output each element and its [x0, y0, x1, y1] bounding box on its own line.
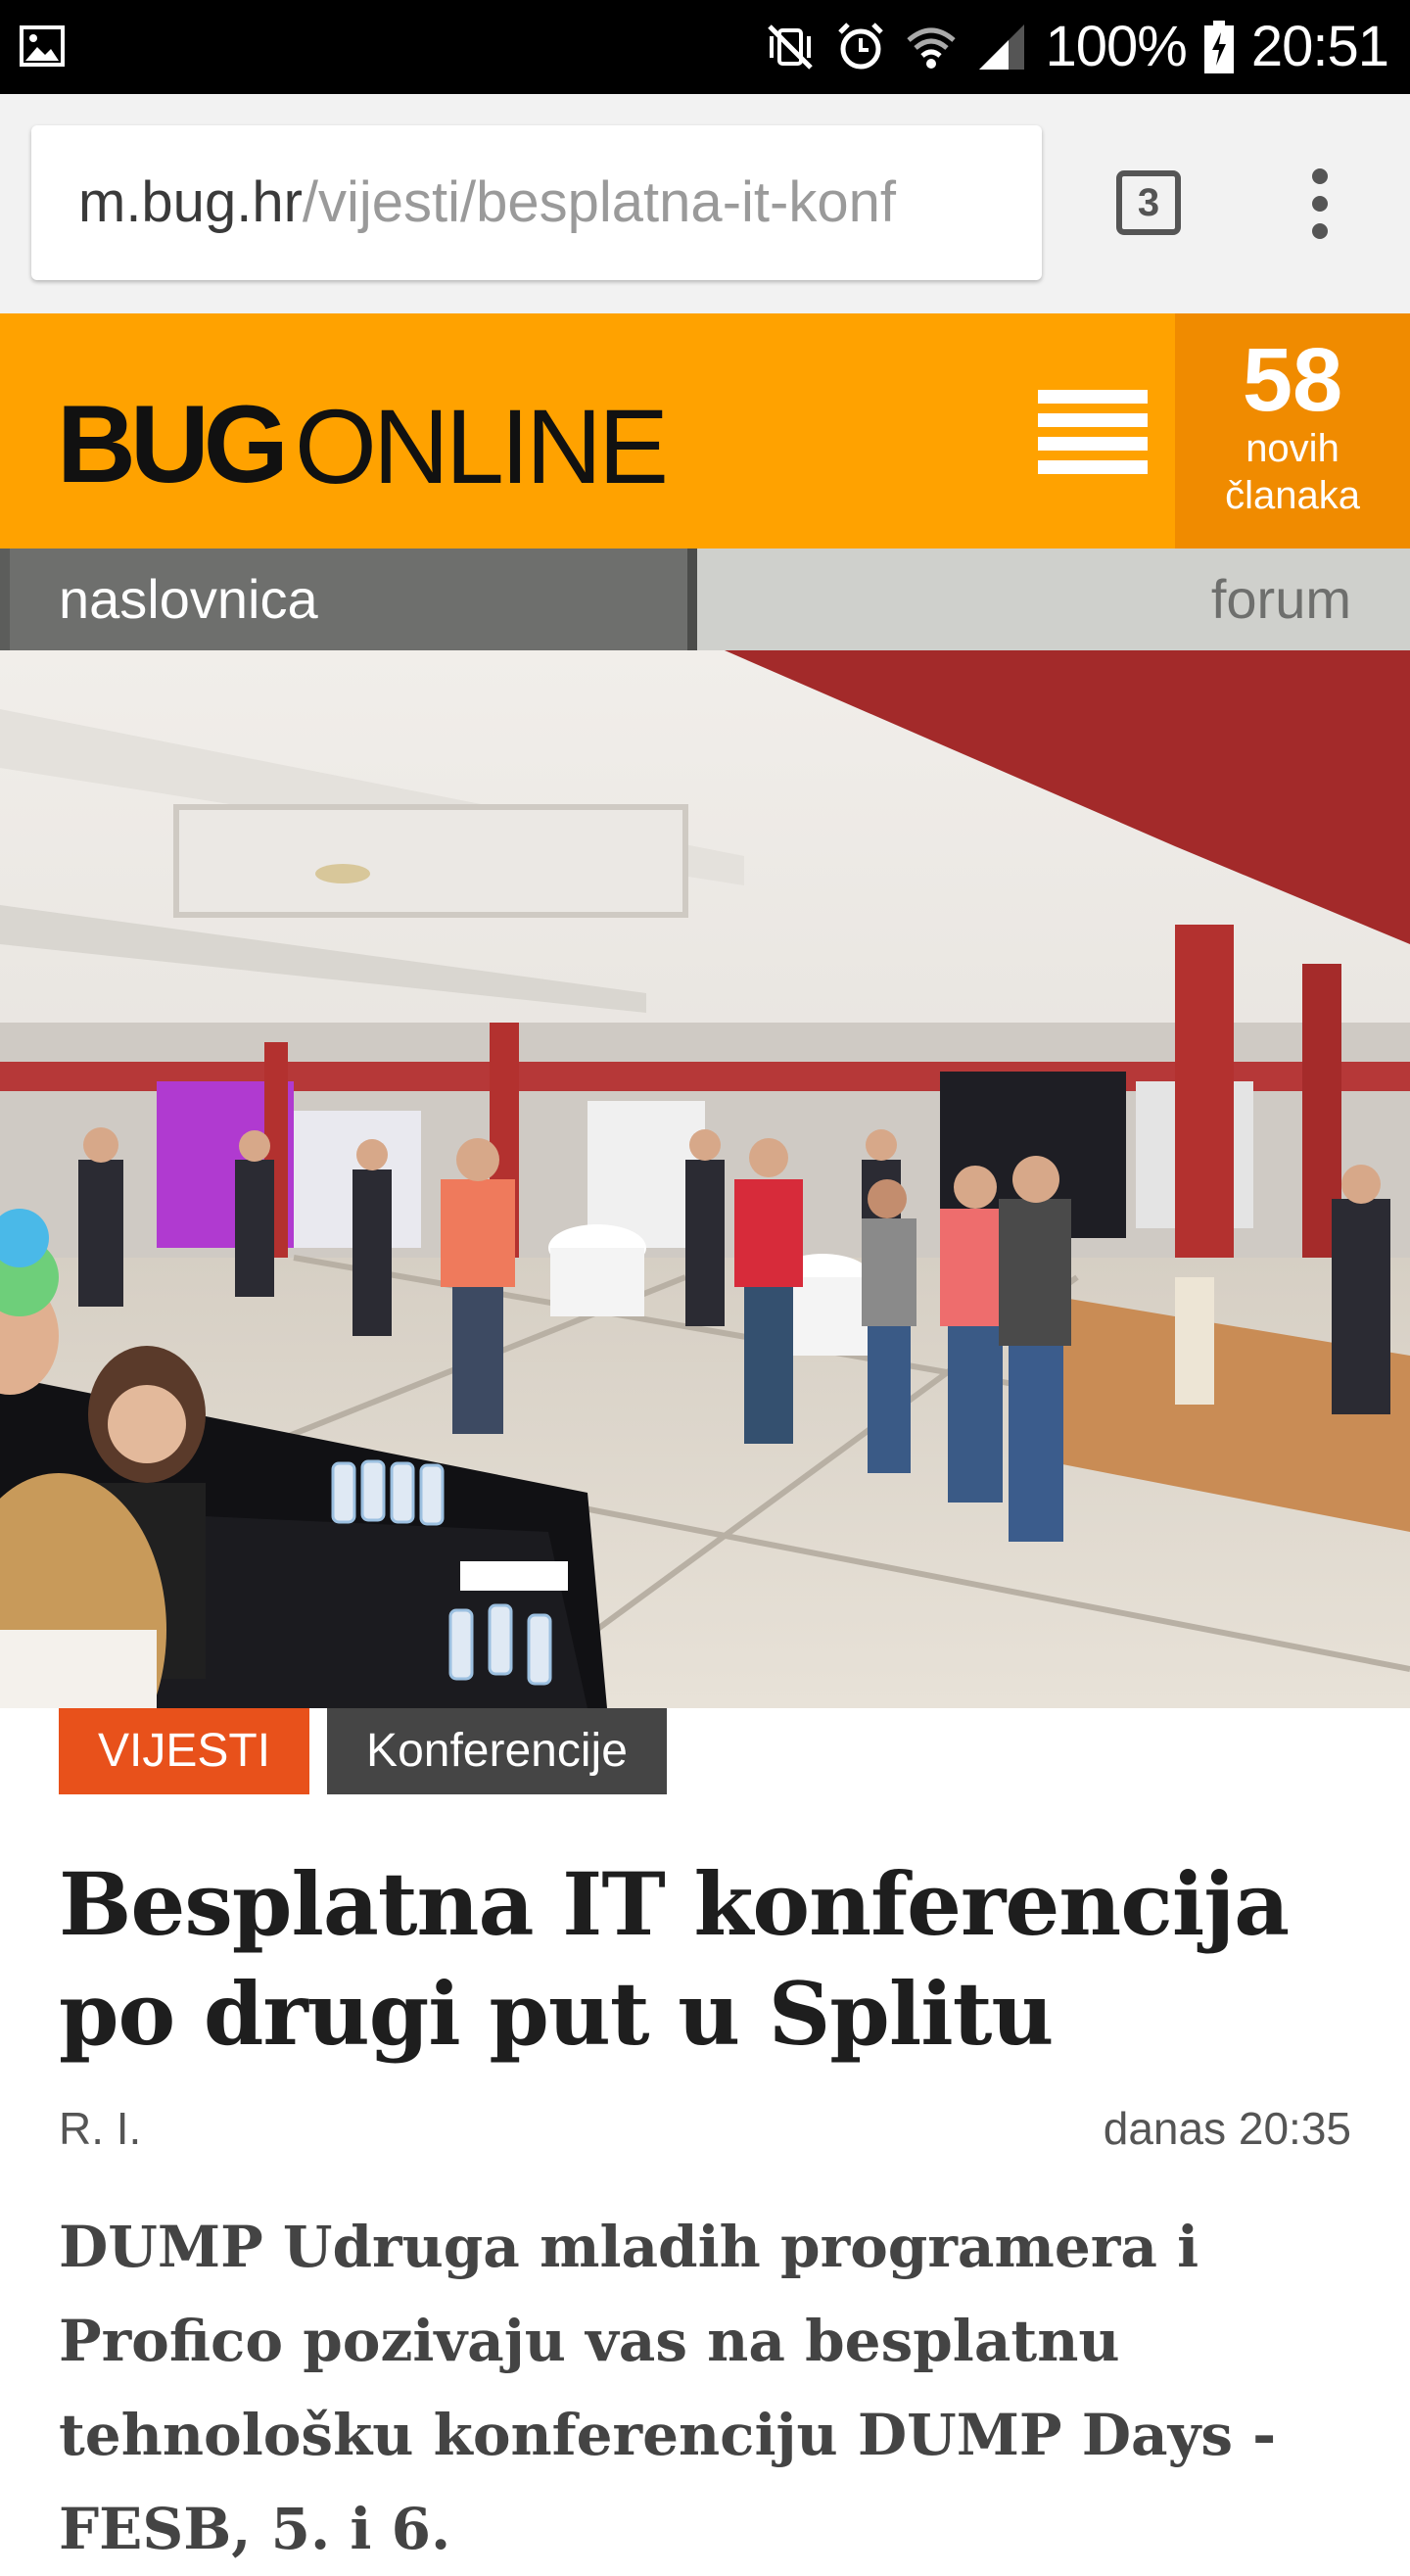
nav-home-label: naslovnica	[59, 568, 318, 630]
alarm-icon	[834, 21, 887, 73]
url-path: /vijesti/besplatna-it-konf	[302, 170, 896, 234]
article-tags: VIJESTI Konferencije	[59, 1708, 667, 1794]
mute-vibrate-icon	[764, 21, 817, 73]
article-meta: R. I. danas 20:35	[59, 2102, 1351, 2165]
new-articles-label-2: članaka	[1225, 474, 1360, 517]
article-author: R. I.	[59, 2103, 142, 2154]
article-title: Besplatna IT konferencija po drugi put u…	[59, 1853, 1290, 2065]
tab-switcher-button[interactable]: 3	[1116, 170, 1181, 235]
overflow-menu-icon[interactable]	[1302, 163, 1338, 251]
logo-online: ONLINE	[294, 387, 669, 505]
status-bar: 100% 20:51	[0, 0, 1410, 94]
nav-home-tab[interactable]: naslovnica	[0, 549, 697, 650]
wifi-icon	[905, 21, 958, 73]
new-articles-count: 58	[1242, 330, 1343, 430]
hamburger-icon[interactable]	[1038, 390, 1148, 476]
battery-percentage: 100%	[1045, 15, 1188, 78]
image-notification-icon	[20, 24, 65, 69]
new-articles-button[interactable]: 58 novih članaka	[1175, 313, 1410, 549]
site-logo[interactable]: BUG ONLINE	[57, 372, 669, 505]
battery-charging-icon	[1203, 21, 1234, 73]
article-hero-image[interactable]	[0, 650, 1410, 1708]
tag-news[interactable]: VIJESTI	[59, 1708, 310, 1794]
site-header: BUG ONLINE 58 novih članaka	[0, 313, 1410, 549]
tag-category[interactable]: Konferencije	[327, 1708, 667, 1794]
logo-bug: BUG	[57, 383, 289, 505]
nav-forum-tab[interactable]: forum	[1211, 549, 1351, 650]
article-lead: DUMP Udruga mladih programera i Profico …	[59, 2214, 1277, 2562]
new-articles-label-1: novih	[1246, 427, 1340, 470]
url-host: m.bug.hr	[78, 170, 303, 234]
article-date: danas 20:35	[1103, 2103, 1351, 2154]
address-bar[interactable]: m.bug.hr/vijesti/besplatna-it-konf	[31, 125, 1042, 280]
browser-toolbar: m.bug.hr/vijesti/besplatna-it-konf 3	[0, 94, 1410, 314]
section-nav: naslovnica forum	[0, 549, 1410, 650]
signal-icon	[975, 21, 1028, 73]
tab-count: 3	[1137, 180, 1160, 224]
clock: 20:51	[1250, 15, 1389, 78]
